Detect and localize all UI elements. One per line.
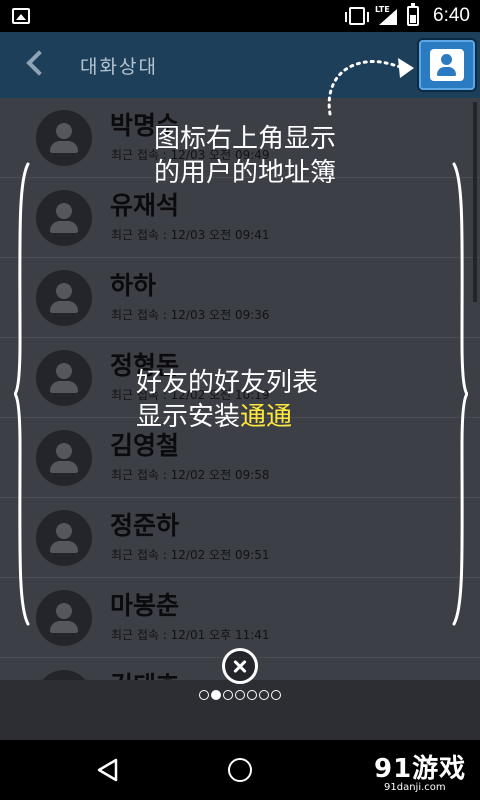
avatar [36, 590, 92, 646]
watermark-logo: 91游戏 91danji.com [374, 748, 467, 793]
address-book-button[interactable] [419, 40, 475, 90]
page-dot[interactable] [271, 690, 281, 700]
lte-signal-icon: LTE [375, 5, 398, 25]
avatar [36, 270, 92, 326]
contact-card-icon [430, 49, 464, 81]
back-arrow-icon[interactable] [24, 52, 46, 74]
last-access: 최근 접속 : 12/03 오전 09:36 [111, 308, 270, 322]
hint-line: 好友的好友列表 [136, 368, 319, 398]
nav-back-icon[interactable] [96, 758, 120, 782]
list-item[interactable]: 유재석 최근 접속 : 12/03 오전 09:41 [0, 178, 480, 258]
page-dot[interactable] [247, 690, 257, 700]
gallery-notification-icon [12, 8, 30, 24]
contact-name: 마봉춘 [110, 591, 180, 620]
scrollbar[interactable] [473, 102, 477, 302]
contact-name: 유재석 [110, 191, 180, 220]
status-bar: LTE 6:40 [0, 0, 480, 32]
hint-highlight: 通通 [240, 402, 293, 432]
page-dot-active[interactable] [211, 690, 221, 700]
avatar [36, 190, 92, 246]
battery-icon [407, 3, 420, 26]
system-nav-bar: 91游戏 91danji.com [0, 740, 480, 800]
nav-home-icon[interactable] [228, 758, 252, 782]
last-access: 최근 접속 : 12/02 오전 09:51 [111, 548, 270, 562]
page-title: 대화상대 [80, 56, 158, 78]
last-access: 최근 접속 : 12/03 오전 09:41 [111, 228, 270, 242]
list-item[interactable]: 정준하 최근 접속 : 12/02 오전 09:51 [0, 498, 480, 578]
last-access: 최근 접속 : 12/01 오후 11:41 [111, 628, 270, 642]
hint-line: 图标右上角显示 [154, 124, 337, 154]
hint-line: 显示安装通通 [136, 400, 318, 434]
status-time: 6:40 [433, 5, 470, 26]
list-item[interactable]: 하하 최근 접속 : 12/03 오전 09:36 [0, 258, 480, 338]
watermark-brand: 91游戏 [374, 754, 467, 784]
avatar [36, 510, 92, 566]
contact-name: 정준하 [110, 511, 180, 540]
page-dot[interactable] [223, 690, 233, 700]
left-brace-icon [14, 162, 30, 626]
hint-text: 显示安装 [136, 402, 241, 432]
page-indicator [0, 690, 480, 700]
page-dot[interactable] [235, 690, 245, 700]
right-brace-icon [452, 162, 468, 626]
page-dot[interactable] [199, 690, 209, 700]
hint-friends-list: 好友的好友列表 显示安装通通 [136, 366, 318, 434]
close-tutorial-button[interactable] [222, 648, 258, 684]
hint-address-book: 图标右上角显示 的用户的地址簿 [154, 122, 336, 190]
avatar [36, 430, 92, 486]
hint-line: 的用户的地址簿 [154, 158, 337, 188]
avatar [36, 110, 92, 166]
list-item[interactable]: 마봉춘 최근 접속 : 12/01 오후 11:41 [0, 578, 480, 658]
contact-name: 하하 [110, 271, 157, 300]
watermark-url: 91danji.com [384, 782, 446, 793]
last-access: 최근 접속 : 12/02 오전 09:58 [111, 468, 270, 482]
status-icons: LTE 6:40 [345, 0, 470, 32]
page-dot[interactable] [259, 690, 269, 700]
dotted-arrow-icon [327, 58, 414, 116]
tutorial-footer [0, 680, 480, 740]
avatar [36, 350, 92, 406]
vibrate-icon [345, 7, 370, 25]
